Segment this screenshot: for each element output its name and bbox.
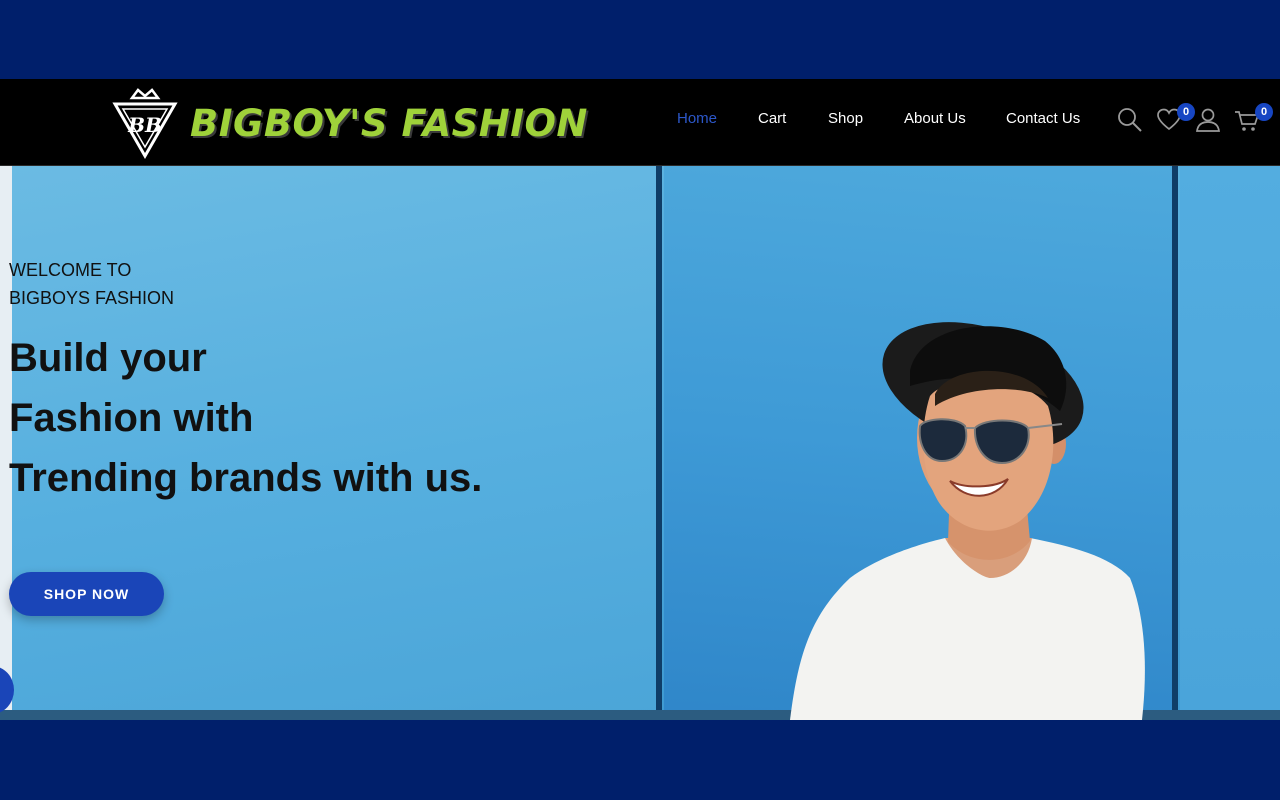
wall-panel: [1180, 166, 1280, 720]
nav-about-us[interactable]: About Us: [904, 110, 966, 127]
welcome-line: WELCOME TO: [9, 260, 132, 280]
nav-cart[interactable]: Cart: [758, 110, 786, 127]
wishlist-count-badge: 0: [1177, 103, 1195, 121]
search-icon[interactable]: [1117, 107, 1143, 133]
nav-home[interactable]: Home: [677, 110, 717, 127]
hero-welcome: WELCOME TO BIGBOYS FASHION: [9, 256, 309, 312]
headline-line-2: Fashion with: [9, 396, 254, 440]
cart-count-badge: 0: [1255, 103, 1273, 121]
bottom-band: [0, 720, 1280, 800]
headline-line-1: Build your: [9, 336, 207, 380]
user-icon[interactable]: [1195, 107, 1221, 133]
nav-contact-us[interactable]: Contact Us: [1006, 110, 1080, 127]
brand-name: BIGBOY'S FASHION: [190, 102, 588, 145]
shop-now-button[interactable]: SHOP NOW: [9, 572, 164, 616]
nav-shop[interactable]: Shop: [828, 110, 863, 127]
site-header: BB BIGBOY'S FASHION Home Cart Shop About…: [0, 79, 1280, 166]
logo-emblem-icon: BB: [112, 88, 178, 160]
model-photo: [790, 322, 1145, 720]
hero-banner: WELCOME TO BIGBOYS FASHION Build your Fa…: [0, 166, 1280, 720]
brand-logo[interactable]: BB BIGBOY'S FASHION: [112, 84, 587, 160]
hero-headline: Build your Fashion with Trending brands …: [9, 328, 569, 508]
headline-line-3: Trending brands with us.: [9, 456, 483, 500]
top-band: [0, 0, 1280, 79]
logo-monogram: BB: [127, 113, 162, 137]
wall-seam: [656, 166, 662, 720]
welcome-brand-line: BIGBOYS FASHION: [9, 288, 175, 308]
